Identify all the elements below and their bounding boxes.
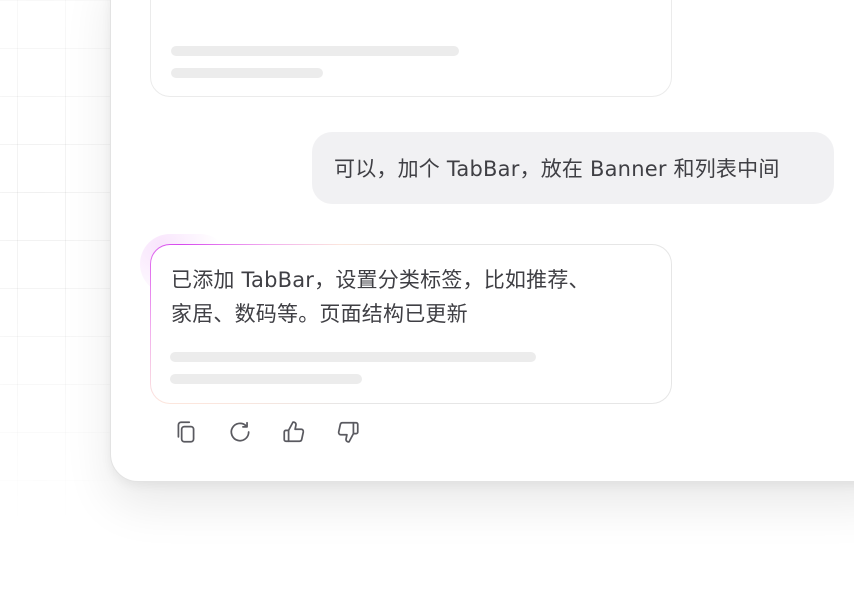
skeleton-line	[170, 374, 362, 384]
regenerate-button[interactable]	[226, 420, 254, 448]
ai-message-line-2: 家居、数码等。页面结构已更新	[171, 302, 468, 326]
refresh-icon	[227, 419, 253, 449]
message-actions	[172, 420, 362, 448]
copy-icon	[173, 419, 199, 449]
dislike-button[interactable]	[334, 420, 362, 448]
copy-button[interactable]	[172, 420, 200, 448]
skeleton-line	[171, 46, 459, 56]
user-message-bubble: 可以，加个 TabBar，放在 Banner 和列表中间	[312, 132, 834, 204]
ai-message-text: 已添加 TabBar，设置分类标签，比如推荐、 家居、数码等。页面结构已更新	[171, 263, 651, 331]
like-button[interactable]	[280, 420, 308, 448]
previous-ai-message-card	[150, 0, 672, 97]
canvas: 可以，加个 TabBar，放在 Banner 和列表中间 已添加 TabBar，…	[0, 0, 854, 604]
thumbs-down-icon	[335, 419, 361, 449]
thumbs-up-icon	[281, 419, 307, 449]
ai-message-card: 已添加 TabBar，设置分类标签，比如推荐、 家居、数码等。页面结构已更新	[150, 244, 672, 404]
ai-message-card-inner: 已添加 TabBar，设置分类标签，比如推荐、 家居、数码等。页面结构已更新	[151, 245, 671, 403]
skeleton-line	[171, 68, 323, 78]
ai-message-line-1: 已添加 TabBar，设置分类标签，比如推荐、	[171, 268, 590, 292]
skeleton-line	[170, 352, 536, 362]
user-message-text: 可以，加个 TabBar，放在 Banner 和列表中间	[334, 157, 780, 181]
